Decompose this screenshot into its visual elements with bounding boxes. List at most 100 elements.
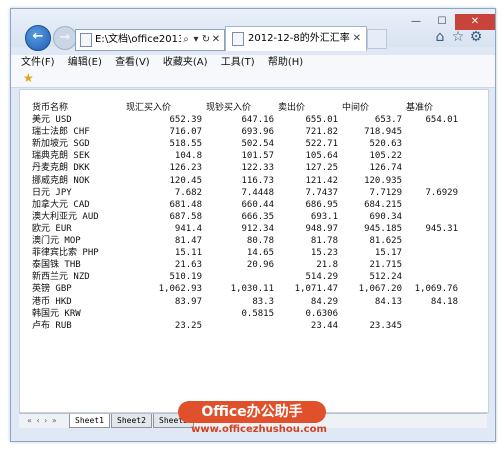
menu-file[interactable]: 文件(F) (21, 55, 55, 71)
menu-tools[interactable]: 工具(T) (221, 55, 255, 71)
watermark-url: www.officezhushou.com (191, 424, 327, 435)
rate-cell: 81.78 (310, 236, 338, 246)
rate-cell: 126.23 (169, 163, 202, 174)
header-cell: 中间价 (342, 103, 370, 113)
currency-name-cell: 加拿大元 CAD (32, 199, 90, 210)
currency-name-cell: 卢布 RUB (32, 320, 72, 331)
rate-cell: 687.58 (169, 211, 202, 222)
tab-page-icon (232, 32, 244, 46)
rate-cell: 945.185 (364, 223, 402, 234)
address-bar[interactable]: E:\文档\office2013\⌕ ▾ ↻ ✕ (75, 29, 225, 51)
rate-cell: 654.01 (425, 115, 458, 125)
currency-name-cell: 菲律宾比索 PHP (32, 248, 99, 259)
currency-name-cell: 澳大利亚元 AUD (32, 211, 99, 222)
currency-name-cell: 欧元 EUR (32, 223, 72, 234)
rate-cell: 718.945 (364, 127, 402, 138)
currency-name-cell: 瑞典克朗 SEK (32, 151, 90, 162)
header-cell: 货币名称 (32, 103, 69, 113)
header-cell: 基准价 (406, 103, 434, 113)
rate-cell: 15.23 (310, 248, 338, 259)
rate-cell: 83.97 (174, 296, 202, 307)
header-cell: 卖出价 (278, 103, 306, 113)
address-url[interactable]: E:\文档\office2013\ (95, 30, 181, 50)
currency-name-cell: 韩国元 KRW (32, 308, 81, 319)
add-favorite-icon[interactable]: ★ (23, 72, 37, 85)
rate-cell: 686.95 (305, 199, 338, 210)
tab-title: 2012-12-8的外汇汇率 (248, 33, 350, 44)
rate-cell: 121.42 (305, 175, 338, 186)
home-icon[interactable]: ⌂ (431, 29, 449, 45)
rate-cell: 647.16 (241, 115, 274, 125)
rate-cell: 690.34 (369, 211, 402, 222)
rate-cell: 122.33 (241, 163, 274, 174)
rate-cell: 21.63 (174, 260, 202, 271)
rate-cell: 7.7129 (369, 187, 402, 198)
currency-name-cell: 丹麦克朗 DKK (32, 163, 90, 174)
currency-name-cell: 港币 HKD (32, 296, 72, 307)
menu-favorites[interactable]: 收藏夹(A) (163, 55, 208, 71)
browser-tab[interactable]: 2012-12-8的外汇汇率 ✕ (225, 26, 367, 51)
maximize-icon[interactable]: ☐ (429, 14, 455, 30)
rate-cell: 1,062.93 (158, 284, 202, 295)
rate-cell: 105.22 (369, 151, 402, 162)
page-icon (80, 33, 92, 47)
toolbar-icons: ⌂ ☆ ⚙ (431, 29, 485, 45)
rate-cell: 512.24 (369, 272, 402, 283)
rate-cell: 652.39 (169, 115, 202, 125)
rate-cell: 7.682 (174, 187, 202, 198)
rate-cell: 510.19 (169, 272, 202, 283)
page-content: 货币名称 现汇买入价 现钞买入价 卖出价 中间价 基准价 美元 USD 652.3… (19, 89, 489, 413)
sheet-tab-2[interactable]: Sheet2 (111, 414, 152, 428)
search-icon[interactable]: ⌕ (181, 30, 191, 50)
rate-cell: 20.96 (246, 260, 274, 271)
rate-cell: 7.6929 (425, 187, 458, 198)
rate-cell: 660.44 (241, 199, 274, 210)
forward-button[interactable]: → (53, 26, 77, 50)
back-button[interactable]: ← (25, 25, 51, 51)
favorites-star-icon[interactable]: ☆ (449, 29, 467, 45)
currency-name-cell: 新加坡元 SGD (32, 139, 90, 150)
rate-cell: 1,030.11 (230, 284, 274, 295)
rate-cell: 693.96 (241, 127, 274, 138)
rate-cell: 653.7 (374, 115, 402, 125)
tab-close-icon[interactable]: ✕ (353, 27, 361, 51)
new-tab-button[interactable] (367, 29, 387, 49)
refresh-icon[interactable]: ↻ (201, 30, 211, 50)
rate-cell: 514.29 (305, 272, 338, 283)
menu-view[interactable]: 查看(V) (115, 55, 150, 71)
currency-name-cell: 瑞士法郎 CHF (32, 127, 90, 138)
menu-edit[interactable]: 编辑(E) (68, 55, 102, 71)
currency-name-cell: 挪威克朗 NOK (32, 175, 90, 186)
sheet-tab-1[interactable]: Sheet1 (69, 414, 110, 428)
rate-cell: 120.45 (169, 175, 202, 186)
browser-window: — ☐ ✕ ← → E:\文档\office2013\⌕ ▾ ↻ ✕ 2012-12-8的… (10, 8, 496, 442)
rate-cell: 101.57 (241, 151, 274, 162)
rate-cell: 116.73 (241, 175, 274, 186)
rate-cell: 81.47 (174, 236, 202, 246)
rate-cell: 21.8 (316, 260, 338, 271)
close-window-icon[interactable]: ✕ (455, 14, 495, 30)
currency-name-cell: 泰国铢 THB (32, 260, 81, 271)
rate-cell: 23.25 (174, 320, 202, 331)
rate-cell: 520.63 (369, 139, 402, 150)
rate-cell: 0.6306 (305, 308, 338, 319)
menu-help[interactable]: 帮助(H) (268, 55, 303, 71)
rate-cell: 655.01 (305, 115, 338, 125)
currency-name-cell: 新西兰元 NZD (32, 272, 90, 283)
rate-cell: 681.48 (169, 199, 202, 210)
gear-icon[interactable]: ⚙ (467, 29, 485, 45)
rate-cell: 693.1 (310, 211, 338, 222)
rate-cell: 23.44 (310, 320, 338, 331)
minimize-icon[interactable]: — (403, 14, 429, 30)
rate-cell: 127.25 (305, 163, 338, 174)
header-cell: 现钞买入价 (206, 103, 252, 113)
sheet-nav-arrows[interactable]: « ‹ › » (27, 416, 58, 425)
window-controls: — ☐ ✕ (403, 9, 495, 30)
rate-cell: 912.34 (241, 223, 274, 234)
dropdown-icon[interactable]: ▾ (191, 30, 201, 50)
currency-name-cell: 英镑 GBP (32, 284, 72, 295)
rate-cell: 518.55 (169, 139, 202, 150)
currency-name-cell: 美元 USD (32, 115, 72, 125)
stop-icon[interactable]: ✕ (211, 30, 221, 50)
rate-cell: 15.17 (374, 248, 402, 259)
